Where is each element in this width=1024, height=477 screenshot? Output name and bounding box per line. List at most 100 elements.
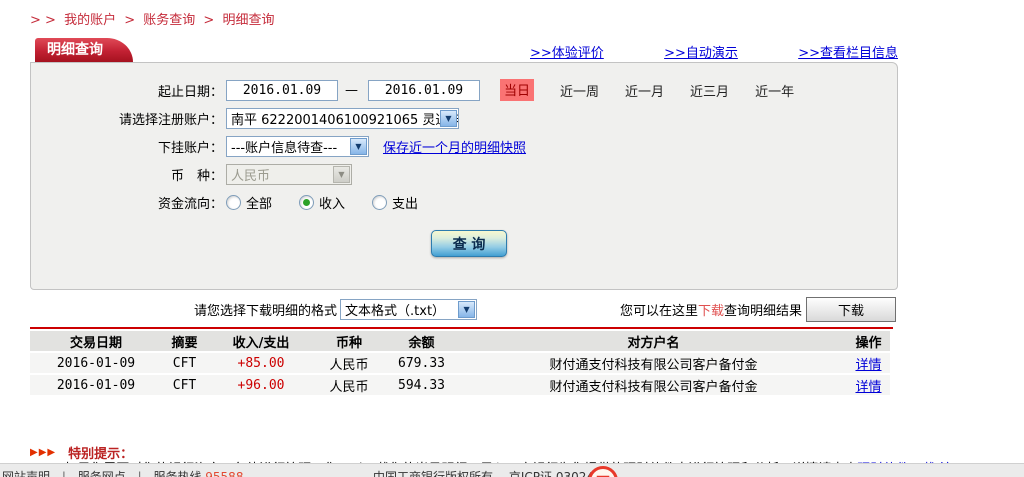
sub-account-select[interactable]: ---账户信息待查--- ▼ [226, 136, 369, 157]
date-range-label: 起止日期： [31, 81, 223, 100]
currency-select: 人民币 ▼ [226, 164, 352, 185]
header-trade-date: 交易日期 [30, 332, 162, 351]
header-summary: 摘要 [162, 332, 207, 351]
cell-counterparty: 财付通支付科技有限公司客户备付金 [460, 354, 847, 373]
transactions-table: 交易日期 摘要 收入/支出 币种 余额 对方户名 操作 2016-01-09 C… [30, 331, 890, 397]
header-balance: 余额 [383, 332, 460, 351]
footer-separator: | [62, 470, 66, 477]
registered-account-value: 南平 6222001406100921065 灵通卡 [231, 109, 459, 128]
download-format-select[interactable]: 文本格式（.txt） ▼ [340, 299, 477, 320]
range-quarter-button[interactable]: 近三月 [690, 81, 729, 100]
breadcrumb-item-account-query[interactable]: 账务查询 [143, 13, 195, 28]
red-divider [30, 327, 893, 329]
query-form-panel: 起止日期： — 当日 近一周 近一月 近三月 近一年 请选择注册账户： 南平 6… [30, 62, 898, 290]
cell-amount: +85.00 [207, 356, 315, 371]
detail-link[interactable]: 详情 [847, 354, 890, 373]
date-dash: — [345, 83, 358, 98]
breadcrumb: > > 我的账户 > 账务查询 > 明细查询 [30, 9, 278, 28]
footer-service-hotline-label: 服务热线 [153, 470, 201, 477]
chevron-down-icon: ▼ [350, 138, 367, 155]
footer-bar: 网站声明 | 服务网点 | 服务热线 95588 中国工商银行版权所有 京ICP… [0, 463, 1024, 477]
download-row: 请您选择下载明细的格式 文本格式（.txt） ▼ 您可以在这里下载查询明细结果 … [30, 296, 896, 322]
footer-service-outlets-link[interactable]: 服务网点 [78, 470, 126, 477]
footer-copyright: 中国工商银行版权所有 京ICP证 030247号 [373, 468, 614, 477]
header-counterparty: 对方户名 [460, 332, 847, 351]
fund-flow-label: 资金流向： [31, 193, 223, 212]
flow-option-expense[interactable]: 支出 [372, 193, 418, 212]
range-year-button[interactable]: 近一年 [755, 81, 794, 100]
radio-unchecked-icon[interactable] [226, 195, 241, 210]
tab-detail-query: 明细查询 [35, 38, 133, 62]
range-week-button[interactable]: 近一周 [560, 81, 599, 100]
cell-trade-date: 2016-01-09 [30, 356, 162, 371]
experience-review-link[interactable]: >>体验评价 [530, 42, 604, 61]
flow-option-all[interactable]: 全部 [226, 193, 272, 212]
breadcrumb-separator: > [124, 13, 135, 28]
cell-counterparty: 财付通支付科技有限公司客户备付金 [460, 376, 847, 395]
sub-account-row: 下挂账户： ---账户信息待查--- ▼ 保存近一个月的明细快照 [31, 132, 897, 160]
download-format-label: 请您选择下载明细的格式 [194, 300, 337, 319]
registered-account-label: 请选择注册账户： [31, 109, 223, 128]
range-today-button[interactable]: 当日 [500, 79, 534, 101]
download-button[interactable]: 下载 [806, 297, 896, 322]
chevron-down-icon: ▼ [333, 166, 350, 183]
table-row: 2016-01-09 CFT +96.00 人民币 594.33 财付通支付科技… [30, 375, 890, 395]
triple-arrow-icon: ▶▶▶ [30, 447, 56, 458]
footer-site-statement-link[interactable]: 网站声明 [2, 470, 50, 477]
start-date-input[interactable] [226, 80, 338, 101]
header-action: 操作 [847, 332, 890, 351]
detail-query-page: > > 我的账户 > 账务查询 > 明细查询 明细查询 >>体验评价 >>自动演… [0, 0, 1024, 477]
copyright-text: 中国工商银行版权所有 [373, 470, 493, 477]
registered-account-select[interactable]: 南平 6222001406100921065 灵通卡 ▼ [226, 108, 459, 129]
download-hint-suffix: 查询明细结果 [724, 304, 802, 319]
table-row: 2016-01-09 CFT +85.00 人民币 679.33 财付通支付科技… [30, 353, 890, 373]
currency-value: 人民币 [231, 165, 270, 184]
flow-option-income[interactable]: 收入 [299, 193, 345, 212]
breadcrumb-item-my-account[interactable]: 我的账户 [64, 13, 116, 28]
cell-balance: 679.33 [383, 356, 460, 371]
breadcrumb-item-detail-query[interactable]: 明细查询 [222, 13, 274, 28]
cell-trade-date: 2016-01-09 [30, 378, 162, 393]
chevron-down-icon: ▼ [458, 301, 475, 318]
footer-links: 网站声明 | 服务网点 | 服务热线 95588 [2, 468, 243, 477]
download-hint-prefix: 您可以在这里 [620, 304, 698, 319]
table-header-row: 交易日期 摘要 收入/支出 币种 余额 对方户名 操作 [30, 331, 890, 351]
cell-summary: CFT [162, 378, 207, 393]
footer-separator: | [138, 470, 142, 477]
auto-demo-link[interactable]: >>自动演示 [664, 42, 738, 61]
end-date-input[interactable] [368, 80, 480, 101]
currency-label: 币 种： [31, 165, 223, 184]
sub-account-value: ---账户信息待查--- [231, 137, 337, 156]
sub-account-label: 下挂账户： [31, 137, 223, 156]
header-currency: 币种 [315, 332, 383, 351]
download-hint-highlight: 下载 [698, 304, 724, 319]
download-hint: 您可以在这里下载查询明细结果 [620, 300, 802, 319]
cell-currency: 人民币 [315, 354, 383, 373]
header-amount: 收入/支出 [207, 332, 315, 351]
query-button[interactable]: 查 询 [431, 230, 507, 257]
radio-unchecked-icon[interactable] [372, 195, 387, 210]
registered-account-row: 请选择注册账户： 南平 6222001406100921065 灵通卡 ▼ [31, 104, 897, 132]
save-month-snapshot-link[interactable]: 保存近一个月的明细快照 [383, 137, 526, 156]
currency-row: 币 种： 人民币 ▼ [31, 160, 897, 188]
detail-link[interactable]: 详情 [847, 376, 890, 395]
chevron-down-icon: ▼ [440, 110, 457, 127]
download-format-value: 文本格式（.txt） [345, 300, 445, 319]
range-month-button[interactable]: 近一月 [625, 81, 664, 100]
cell-summary: CFT [162, 356, 207, 371]
flow-option-all-label: 全部 [246, 193, 272, 212]
date-range-row: 起止日期： — 当日 近一周 近一月 近三月 近一年 [31, 76, 897, 104]
query-button-row: 查 询 [31, 230, 897, 257]
flow-option-expense-label: 支出 [392, 193, 418, 212]
breadcrumb-separator: > [203, 13, 214, 28]
footer-hotline-number: 95588 [205, 470, 243, 477]
top-links: >>体验评价 >>自动演示 >>查看栏目信息 [530, 42, 898, 61]
cell-amount: +96.00 [207, 378, 315, 393]
breadcrumb-prefix: > > [30, 13, 56, 28]
radio-checked-icon[interactable] [299, 195, 314, 210]
flow-option-income-label: 收入 [319, 193, 345, 212]
cell-balance: 594.33 [383, 378, 460, 393]
view-column-info-link[interactable]: >>查看栏目信息 [798, 42, 898, 61]
cell-currency: 人民币 [315, 376, 383, 395]
fund-flow-row: 资金流向： 全部 收入 支出 [31, 188, 897, 216]
